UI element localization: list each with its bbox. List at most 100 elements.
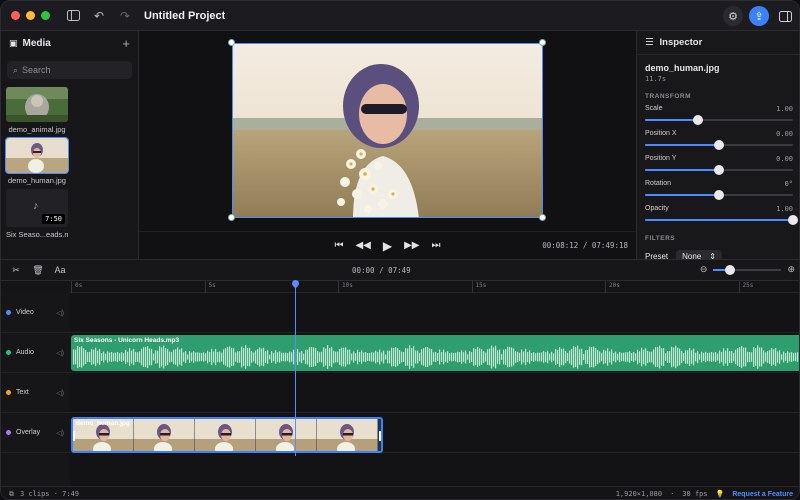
ruler-tick-label: 20s (605, 281, 620, 293)
slider-knob[interactable] (714, 140, 724, 150)
overlay-clip[interactable]: demo_human.jpg (71, 417, 383, 453)
zoom-slider[interactable] (713, 264, 782, 275)
add-media-button[interactable]: + (122, 36, 130, 51)
transform-section-label: TRANSFORM (645, 93, 692, 100)
speaker-mute-icon[interactable]: ◁) (56, 309, 64, 317)
split-scissors-icon[interactable]: ✂ (9, 265, 23, 276)
track-name: Overlay (16, 429, 41, 436)
media-item[interactable]: demo_human.jpg (5, 137, 69, 185)
media-item[interactable]: demo_animal.jpg (6, 87, 68, 134)
ruler-tick-label: 15s (471, 281, 486, 293)
step-forward-icon[interactable]: ▶▶ (404, 240, 419, 251)
property-value[interactable]: 0.00 (776, 155, 793, 163)
track-color-dot (6, 310, 11, 315)
property-slider[interactable] (645, 215, 798, 225)
media-duration-badge: 7:50 (42, 214, 65, 224)
property-value[interactable]: 0.00 (776, 130, 793, 138)
delete-trash-icon[interactable]: 🗑 (31, 265, 45, 276)
lightbulb-icon: 💡 (715, 490, 725, 498)
skip-to-end-icon[interactable]: ⏭ (432, 240, 441, 251)
audio-waveform (73, 345, 799, 369)
resize-handle-bottom-right[interactable] (539, 214, 546, 221)
property-slider[interactable] (645, 115, 793, 125)
media-item[interactable]: ♪ 7:50 Six Seaso...eads.mp3 (6, 189, 68, 239)
skip-to-start-icon[interactable]: ⏮ (334, 240, 343, 251)
speaker-mute-icon[interactable]: ◁) (56, 349, 64, 357)
track-color-dot (6, 390, 11, 395)
zoom-in-icon[interactable]: ⊕ (787, 264, 795, 275)
slider-knob[interactable] (788, 215, 798, 225)
track-name: Text (16, 389, 29, 396)
property-label: Scale (645, 105, 663, 112)
search-placeholder: Search (22, 65, 51, 75)
clip-trim-handle-left[interactable] (73, 431, 75, 441)
property-slider[interactable] (645, 140, 793, 150)
playhead[interactable] (290, 278, 301, 456)
speaker-mute-icon[interactable]: ◁) (56, 389, 64, 397)
inspector-title: Inspector (659, 37, 703, 48)
track-header-overlay[interactable]: Overlay ◁) (1, 413, 70, 453)
slider-knob[interactable] (693, 115, 704, 125)
resize-handle-top-right[interactable] (539, 39, 546, 46)
track-name: Audio (16, 349, 34, 356)
app-window: ↶ ↷ Untitled Project ⚙ ⇪ ▣ Media + ⌕ Sea… (0, 0, 800, 500)
close-window-button[interactable] (11, 11, 20, 20)
preview-timecode: 00:08:12 / 07:49:18 (542, 241, 628, 250)
inspector-file-name: demo_human.jpg (645, 63, 720, 73)
track-header-column: Video ◁) Audio ◁) Text ◁) Overlay ◁) (1, 293, 70, 486)
sidebar-toggle-icon[interactable] (64, 7, 82, 25)
timeline-zoom: ⊖ ⊕ (700, 264, 795, 275)
media-icon: ▣ (9, 37, 18, 48)
inspector-toggle-icon[interactable] (775, 6, 795, 26)
fps-readout: 30 fps (682, 490, 708, 498)
video-lane[interactable] (70, 293, 799, 333)
step-back-icon[interactable]: ◀◀ (355, 240, 370, 251)
slider-knob[interactable] (714, 165, 724, 175)
settings-gear-icon[interactable]: ⚙ (723, 6, 743, 26)
minimize-window-button[interactable] (26, 11, 35, 20)
resize-handle-bottom-left[interactable] (228, 214, 235, 221)
property-value[interactable]: 1.00 (776, 105, 793, 113)
preview-image (233, 44, 542, 217)
property-label: Rotation (645, 180, 672, 187)
redo-icon[interactable]: ↷ (116, 7, 134, 25)
media-thumbnail-human (5, 137, 69, 174)
media-search-input[interactable]: ⌕ Search (7, 61, 132, 79)
property-value[interactable]: 1.00 (776, 205, 793, 213)
property-label: Position X (645, 130, 677, 137)
add-text-icon[interactable]: Aa (53, 265, 67, 275)
preview-canvas[interactable] (232, 43, 543, 218)
filters-section-label: FILTERS (645, 235, 676, 242)
audio-clip[interactable]: Six Seasons - Unicorn Heads.mp3 (71, 335, 799, 371)
clip-count: 3 clips · 7:49 (20, 490, 80, 498)
property-slider[interactable] (645, 190, 793, 200)
timeline-toolbar: ✂ 🗑 Aa 00:00 / 07:49 ⊖ ⊕ (1, 259, 799, 281)
zoom-out-icon[interactable]: ⊖ (700, 264, 708, 275)
speaker-mute-icon[interactable]: ◁) (56, 429, 64, 437)
window-controls (11, 11, 50, 20)
zoom-slider-knob[interactable] (725, 264, 736, 275)
undo-icon[interactable]: ↶ (90, 7, 108, 25)
inspector-icon: ☰ (645, 37, 654, 48)
request-feature-link[interactable]: Request a Feature (732, 491, 793, 498)
play-icon[interactable]: ▶ (383, 239, 392, 253)
track-header-video[interactable]: Video ◁) (1, 293, 70, 333)
media-thumbnail-audio: ♪ 7:50 (6, 189, 68, 227)
slider-knob[interactable] (714, 190, 724, 200)
timeline-ruler[interactable]: 0s 5s 10s 15s 20s 25s (70, 281, 799, 293)
text-lane[interactable] (70, 373, 799, 413)
property-slider[interactable] (645, 165, 793, 175)
track-header-audio[interactable]: Audio ◁) (1, 333, 70, 373)
track-color-dot (6, 350, 11, 355)
maximize-window-button[interactable] (41, 11, 50, 20)
media-item-name: demo_human.jpg (8, 176, 66, 185)
timeline-lanes: Six Seasons - Unicorn Heads.mp3 demo_hum… (70, 293, 799, 486)
status-bar: ⧉ 3 clips · 7:49 1,920×1,080 · 30 fps 💡 … (1, 486, 799, 499)
ruler-tick-label: 0s (71, 281, 82, 293)
export-share-icon[interactable]: ⇪ (749, 6, 769, 26)
timeline-time: 00:00 / 07:49 (352, 266, 411, 275)
clip-trim-handle-right[interactable] (379, 431, 381, 441)
resize-handle-top-left[interactable] (228, 39, 235, 46)
track-header-text[interactable]: Text ◁) (1, 373, 70, 413)
property-value[interactable]: 0° (785, 180, 793, 188)
